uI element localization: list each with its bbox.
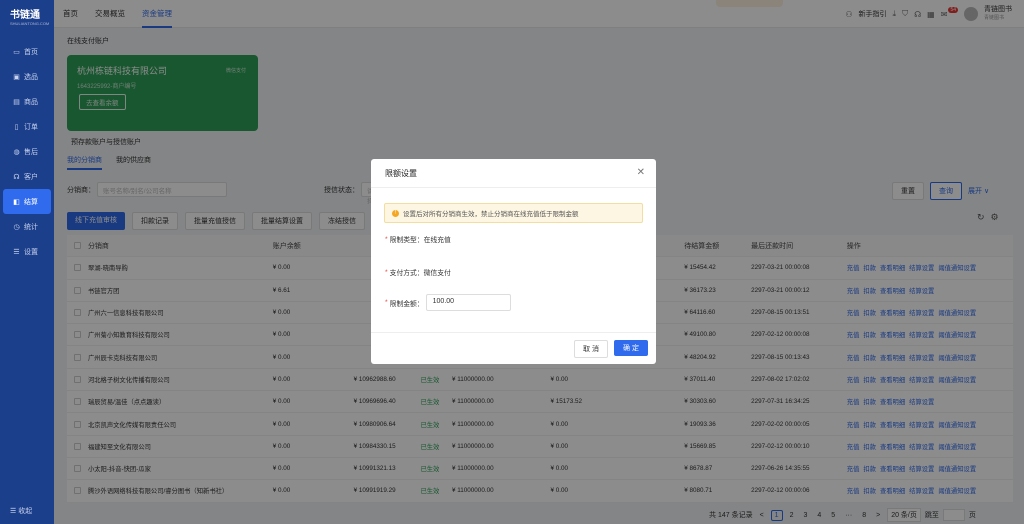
sidebar-item-settings[interactable]: ☰ 设置 <box>3 239 51 264</box>
aftersale-icon: ◍ <box>13 148 20 156</box>
limit-amount-input[interactable]: 100.00 <box>425 294 511 311</box>
limit-type-row: * 限制类型： 在线充值 <box>385 235 451 245</box>
select-icon: ▣ <box>13 73 20 81</box>
sidebar-item-settlement[interactable]: ◧ 结算 <box>3 189 51 214</box>
pay-method-label: 支付方式： <box>389 270 424 277</box>
home-icon: ▭ <box>13 48 20 56</box>
sidebar-item-home[interactable]: ▭ 首页 <box>3 39 51 64</box>
sidebar-item-goods[interactable]: ▤ 商品 <box>3 89 51 114</box>
limit-amount-label: 限制金额： <box>389 300 424 308</box>
settings-icon: ☰ <box>13 248 20 256</box>
dialog-title: 限额设置 <box>385 168 417 178</box>
sidebar-item-order[interactable]: ▯ 订单 <box>3 114 51 139</box>
order-icon: ▯ <box>14 123 19 131</box>
sidebar: 书链通 SHULIANTONG.COM ▭ 首页 ▣ 选品 ▤ 商品 ▯ 订单 ◍ 售后 ☊ 客户 ◧ 结… <box>0 0 54 524</box>
sidebar-item-stats[interactable]: ◷ 统计 <box>3 214 51 239</box>
sidebar-item-label: 客户 <box>24 173 38 181</box>
warning-alert: ! 设置后对所有分销商生效，禁止分销商在线充值低于限制金额 <box>384 203 643 223</box>
pay-method-row: * 支付方式： 微信支付 <box>385 268 451 278</box>
sidebar-item-label: 统计 <box>24 223 38 231</box>
close-icon[interactable]: ✕ <box>637 167 645 178</box>
app-logo[interactable]: 书链通 SHULIANTONG.COM <box>0 0 54 30</box>
pay-method-value: 微信支付 <box>423 270 451 277</box>
sidebar-item-aftersale[interactable]: ◍ 售后 <box>3 139 51 164</box>
cancel-button[interactable]: 取 消 <box>574 340 608 358</box>
sidebar-item-label: 选品 <box>24 73 38 81</box>
confirm-button[interactable]: 确 定 <box>614 340 648 356</box>
customer-icon: ☊ <box>13 173 20 181</box>
sidebar-item-label: 首页 <box>24 48 38 56</box>
sidebar-item-label: 售后 <box>24 148 38 156</box>
limit-type-value: 在线充值 <box>423 237 451 244</box>
collapse-sidebar-button[interactable]: ☰ 收起 <box>10 506 32 516</box>
sidebar-item-label: 结算 <box>24 198 38 206</box>
sidebar-item-label: 订单 <box>24 123 38 131</box>
logo-subtext: SHULIANTONG.COM <box>10 21 50 26</box>
logo-text: 书链通 <box>10 10 40 21</box>
stats-icon: ◷ <box>13 223 20 231</box>
limit-amount-row: * 限制金额： 100.00 <box>385 294 656 311</box>
goods-icon: ▤ <box>13 98 20 106</box>
sidebar-item-label: 设置 <box>24 248 38 256</box>
limit-type-label: 限制类型： <box>389 237 424 244</box>
warning-icon: ! <box>392 209 399 217</box>
settlement-icon: ◧ <box>13 198 20 206</box>
dialog-footer: 取 消 确 定 <box>371 332 656 364</box>
warning-text: 设置后对所有分销商生效，禁止分销商在线充值低于限制金额 <box>403 211 579 218</box>
sidebar-item-customer[interactable]: ☊ 客户 <box>3 164 51 189</box>
sidebar-item-label: 商品 <box>24 98 38 106</box>
limit-settings-dialog: 限额设置 ✕ ! 设置后对所有分销商生效，禁止分销商在线充值低于限制金额 * 限… <box>371 159 656 364</box>
sidebar-item-select[interactable]: ▣ 选品 <box>3 64 51 89</box>
